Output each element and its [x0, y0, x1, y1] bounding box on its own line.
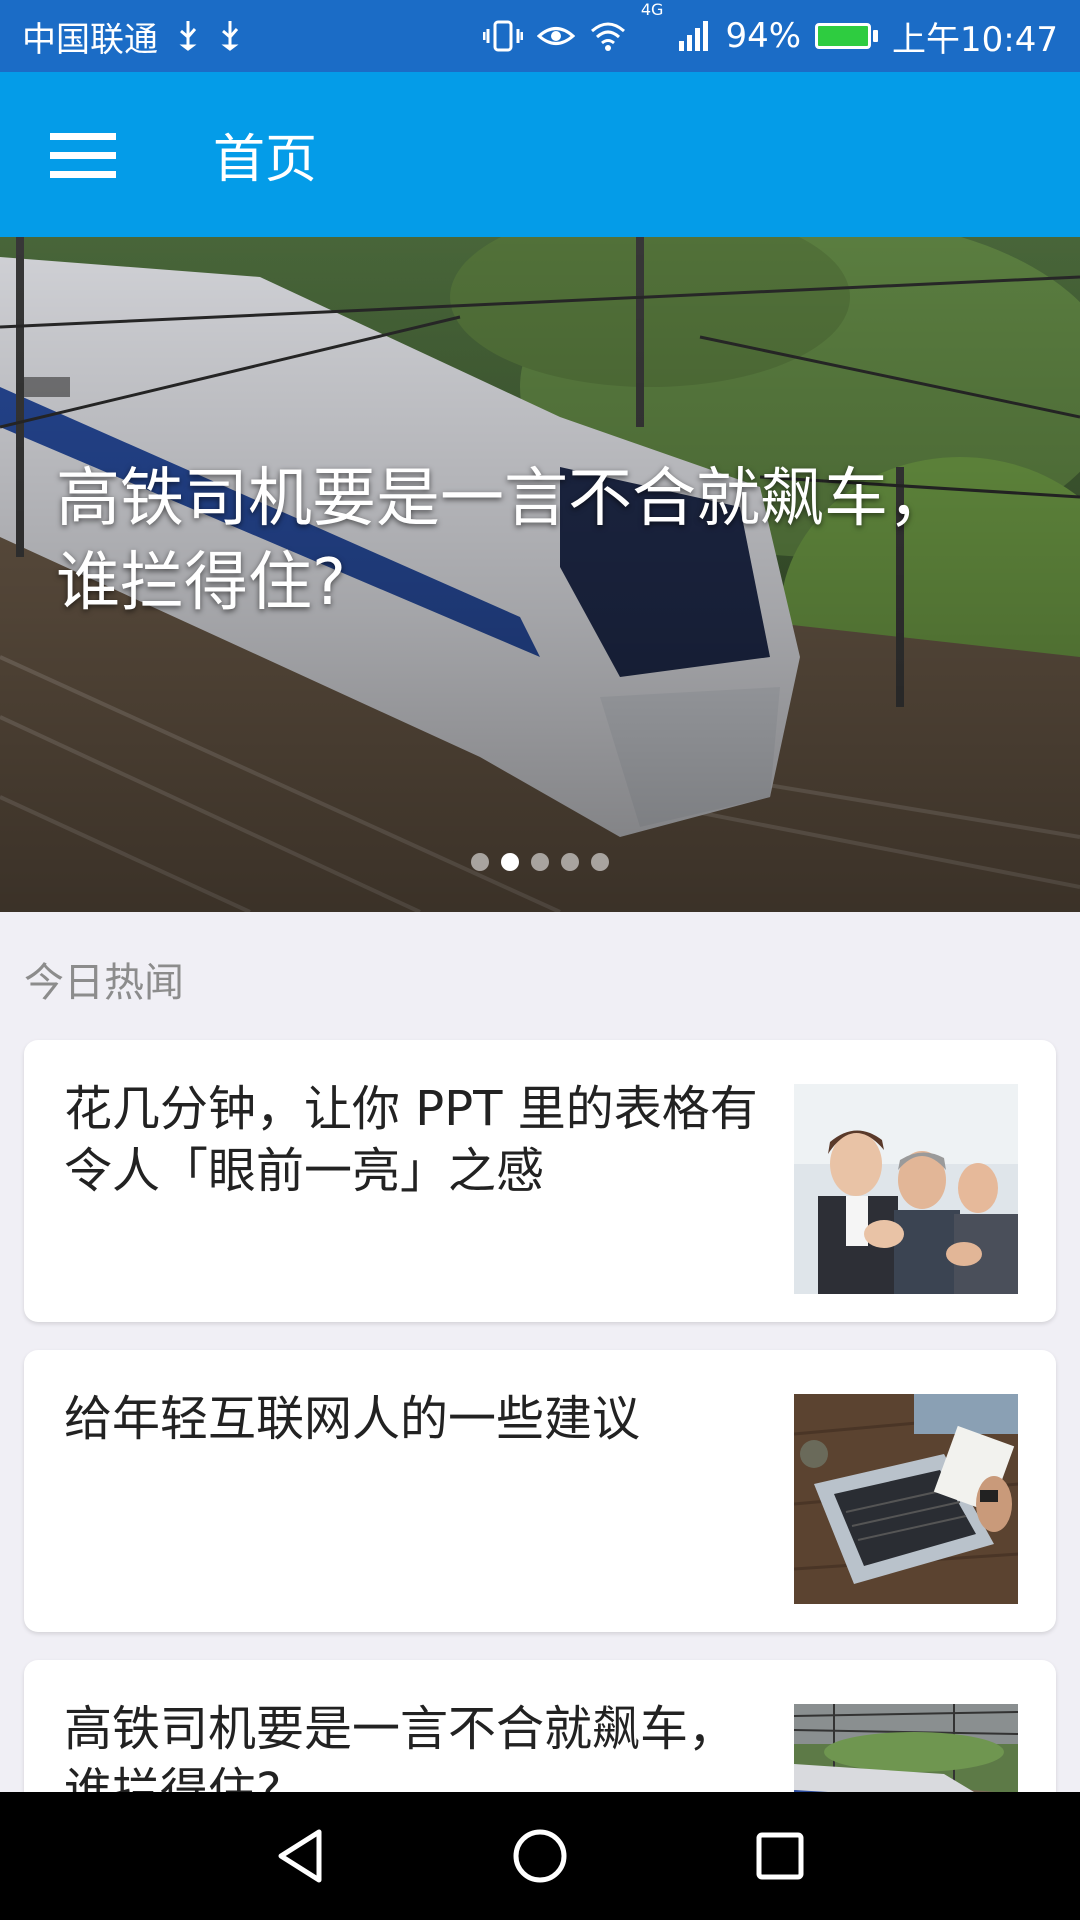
wifi-icon [589, 19, 627, 53]
article-title: 花几分钟，让你 PPT 里的表格有令人「眼前一亮」之感 [64, 1081, 758, 1199]
back-button[interactable] [265, 1821, 335, 1891]
signal-icon [677, 19, 711, 53]
section-title: 今日热闻 [24, 960, 184, 1006]
carrier-label: 中国联通 [22, 19, 158, 60]
carousel-dot[interactable] [471, 853, 489, 871]
recents-button[interactable] [745, 1821, 815, 1891]
banner-headline: 高铁司机要是一言不合就飙车，谁拦得住? [56, 462, 952, 620]
carousel-dot[interactable] [591, 853, 609, 871]
usb-icon [176, 19, 200, 53]
article-card[interactable]: 给年轻互联网人的一些建议 [24, 1350, 1056, 1632]
article-thumbnail [794, 1394, 1018, 1604]
page-title: 首页 [213, 130, 318, 190]
carousel-dot[interactable] [531, 853, 549, 871]
eye-icon [536, 19, 575, 53]
home-circle-icon [513, 1829, 567, 1883]
article-thumbnail [794, 1084, 1018, 1294]
carousel-indicator [0, 853, 1080, 871]
usb-icon [218, 19, 242, 53]
battery-percent: 94% [725, 16, 802, 56]
recents-square-icon [756, 1832, 804, 1880]
banner-carousel[interactable]: 高铁司机要是一言不合就飙车，谁拦得住? [0, 237, 1080, 912]
network-type-label: 4G [640, 0, 664, 19]
carousel-dot[interactable] [501, 853, 519, 871]
business-people-clapping-image [794, 1084, 1018, 1294]
article-card[interactable]: 花几分钟，让你 PPT 里的表格有令人「眼前一亮」之感 [24, 1040, 1056, 1322]
high-speed-train-image [794, 1704, 1018, 1792]
battery-icon [815, 23, 879, 49]
article-card[interactable]: 高铁司机要是一言不合就飙车，谁拦得住? [24, 1660, 1056, 1792]
vibrate-icon [482, 19, 523, 53]
article-title: 给年轻互联网人的一些建议 [64, 1391, 641, 1447]
system-navigation-bar [0, 1792, 1080, 1920]
menu-button[interactable] [0, 72, 165, 237]
carousel-dot[interactable] [561, 853, 579, 871]
home-button[interactable] [505, 1821, 575, 1891]
app-bar: 首页 [0, 72, 1080, 237]
article-title: 高铁司机要是一言不合就飙车，谁拦得住? [64, 1701, 737, 1792]
laptop-on-wooden-table-image [794, 1394, 1018, 1604]
news-feed: 今日热闻 花几分钟，让你 PPT 里的表格有令人「眼前一亮」之感 给年轻互联网人 [0, 912, 1080, 1792]
status-bar: 中国联通 4G 94% 上午10:47 [0, 0, 1080, 72]
article-thumbnail [794, 1704, 1018, 1792]
clock: 上午10:47 [892, 19, 1058, 60]
hamburger-menu-icon [49, 132, 116, 178]
back-triangle-icon [278, 1829, 322, 1883]
